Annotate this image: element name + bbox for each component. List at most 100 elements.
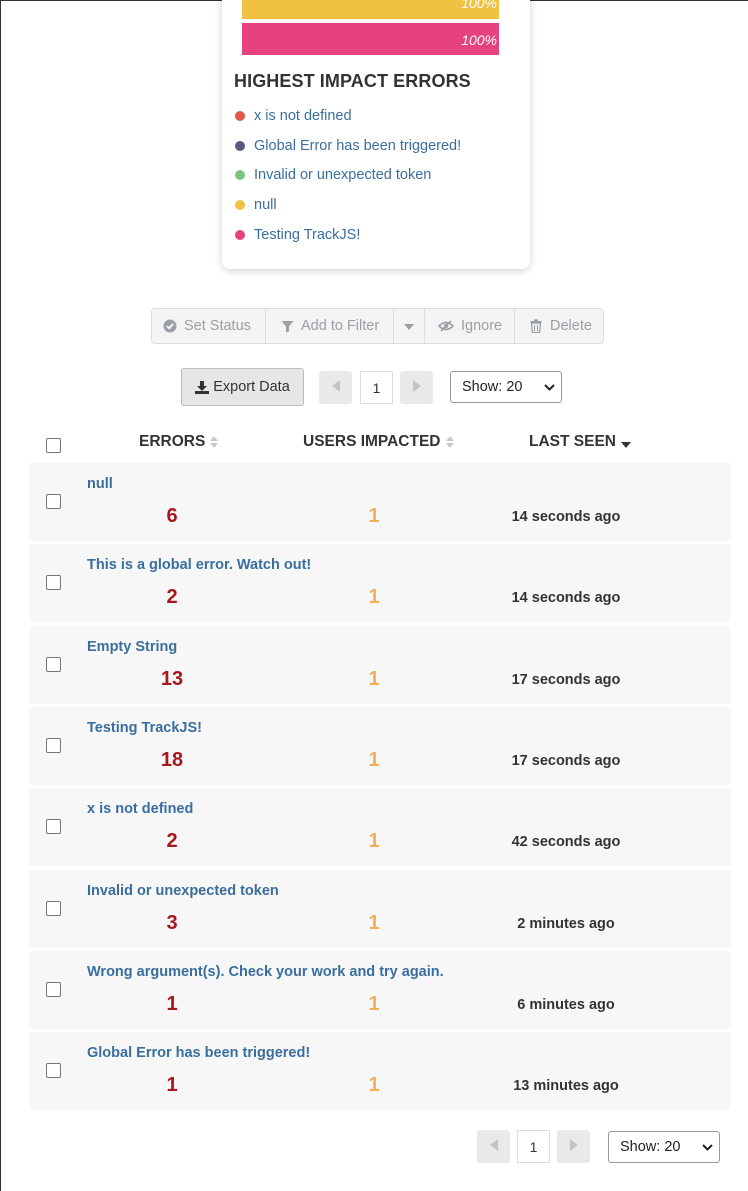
delete-label: Delete (550, 318, 592, 334)
table-row[interactable]: Wrong argument(s). Check your work and t… (29, 951, 731, 1029)
table-row[interactable]: null 6 1 14 seconds ago (29, 463, 731, 541)
users-impacted-count: 1 (368, 912, 380, 934)
error-count: 18 (160, 749, 184, 771)
users-impacted-count: 1 (368, 830, 380, 852)
error-count: 1 (166, 1074, 178, 1096)
last-seen-time: 17 seconds ago (511, 672, 621, 688)
users-header-label: USERS IMPACTED (303, 433, 441, 450)
ignore-label: Ignore (461, 318, 503, 334)
table-row[interactable]: Empty String 13 1 17 seconds ago (29, 626, 731, 704)
error-title-link[interactable]: Wrong argument(s). Check your work and t… (87, 964, 444, 980)
users-impacted-column-header[interactable]: USERS IMPACTED (303, 433, 455, 451)
card-title: HIGHEST IMPACT ERRORS (234, 71, 471, 91)
page-size-select[interactable]: Show: 20 (450, 371, 562, 403)
filter-dropdown-toggle[interactable] (394, 309, 425, 343)
sort-desc-icon (620, 442, 631, 448)
prev-page-button[interactable] (319, 371, 352, 404)
next-page-button-bottom[interactable] (557, 1130, 590, 1163)
row-checkbox[interactable] (46, 982, 61, 997)
select-all-checkbox[interactable] (46, 438, 61, 453)
row-checkbox[interactable] (46, 494, 61, 509)
page-size-value: Show: 20 (620, 1139, 681, 1155)
table-row[interactable]: x is not defined 2 1 42 seconds ago (29, 788, 731, 866)
error-title-link[interactable]: x is not defined (87, 801, 193, 817)
error-count: 2 (166, 830, 178, 852)
users-impacted-count: 1 (368, 993, 380, 1015)
table-row[interactable]: Global Error has been triggered! 1 1 13 … (29, 1032, 731, 1110)
last-seen-time: 6 minutes ago (517, 997, 615, 1013)
table-row[interactable]: This is a global error. Watch out! 2 1 1… (29, 544, 731, 622)
last-seen-time: 14 seconds ago (511, 590, 621, 606)
legend-label: null (254, 197, 277, 213)
legend-item[interactable]: null (235, 195, 277, 215)
sort-icon (209, 435, 219, 449)
legend-dot (235, 230, 245, 240)
row-checkbox[interactable] (46, 738, 61, 753)
impact-bar-yellow: 100% (242, 0, 499, 19)
row-checkbox[interactable] (46, 575, 61, 590)
errors-column-header[interactable]: ERRORS (139, 433, 219, 451)
legend-item[interactable]: Testing TrackJS! (235, 225, 360, 245)
legend-label: Invalid or unexpected token (254, 167, 432, 183)
error-title-link[interactable]: Global Error has been triggered! (87, 1045, 310, 1061)
page-size-select-bottom[interactable]: Show: 20 (608, 1131, 720, 1163)
errors-header-label: ERRORS (139, 433, 206, 450)
bulk-action-toolbar: Set Status Add to Filter Ignore Delete (151, 308, 604, 344)
trash-icon (529, 319, 543, 333)
sort-icon (445, 435, 455, 449)
last-seen-time: 13 minutes ago (513, 1078, 619, 1094)
legend-item[interactable]: Invalid or unexpected token (235, 165, 431, 185)
next-page-button[interactable] (400, 371, 433, 404)
legend-label: Testing TrackJS! (254, 227, 361, 243)
check-circle-icon (163, 319, 177, 333)
page-number-bottom[interactable]: 1 (517, 1130, 550, 1163)
eye-slash-icon (438, 319, 454, 333)
error-count: 3 (166, 912, 178, 934)
row-checkbox[interactable] (46, 819, 61, 834)
last-seen-header-label: LAST SEEN (529, 433, 616, 450)
export-data-button[interactable]: Export Data (181, 368, 304, 406)
set-status-label: Set Status (184, 318, 251, 334)
error-title-link[interactable]: Empty String (87, 639, 177, 655)
legend-item[interactable]: x is not defined (235, 106, 352, 126)
error-count: 6 (166, 505, 178, 527)
row-checkbox[interactable] (46, 1063, 61, 1078)
chevron-left-icon (489, 1138, 498, 1156)
error-count: 13 (160, 668, 184, 690)
error-count: 2 (166, 586, 178, 608)
delete-button[interactable]: Delete (515, 309, 603, 343)
legend-dot (235, 200, 245, 210)
chevron-down-icon (702, 1141, 713, 1157)
error-title-link[interactable]: This is a global error. Watch out! (87, 557, 311, 573)
last-seen-time: 14 seconds ago (511, 509, 621, 525)
error-title-link[interactable]: Invalid or unexpected token (87, 883, 279, 899)
page-number[interactable]: 1 (360, 371, 393, 404)
table-row[interactable]: Testing TrackJS! 18 1 17 seconds ago (29, 707, 731, 785)
legend-dot (235, 111, 245, 121)
chevron-right-icon (412, 379, 421, 397)
chevron-right-icon (569, 1138, 578, 1156)
last-seen-column-header[interactable]: LAST SEEN (529, 433, 631, 451)
last-seen-time: 42 seconds ago (511, 834, 621, 850)
users-impacted-count: 1 (368, 749, 380, 771)
chevron-down-icon (544, 381, 555, 397)
row-checkbox[interactable] (46, 657, 61, 672)
ignore-button[interactable]: Ignore (425, 309, 515, 343)
chevron-left-icon (331, 379, 340, 397)
page-size-value: Show: 20 (462, 379, 523, 395)
users-impacted-count: 1 (368, 668, 380, 690)
add-to-filter-label: Add to Filter (301, 318, 380, 334)
set-status-button[interactable]: Set Status (152, 309, 266, 343)
users-impacted-count: 1 (368, 505, 380, 527)
add-to-filter-button[interactable]: Add to Filter (266, 309, 394, 343)
legend-label: Global Error has been triggered! (254, 138, 462, 154)
error-title-link[interactable]: null (87, 476, 113, 492)
row-checkbox[interactable] (46, 901, 61, 916)
impact-bar-pink: 100% (242, 23, 499, 55)
error-count: 1 (166, 993, 178, 1015)
download-icon (195, 380, 210, 394)
legend-item[interactable]: Global Error has been triggered! (235, 136, 461, 156)
error-title-link[interactable]: Testing TrackJS! (87, 720, 202, 736)
table-row[interactable]: Invalid or unexpected token 3 1 2 minute… (29, 870, 731, 948)
prev-page-button-bottom[interactable] (477, 1130, 510, 1163)
